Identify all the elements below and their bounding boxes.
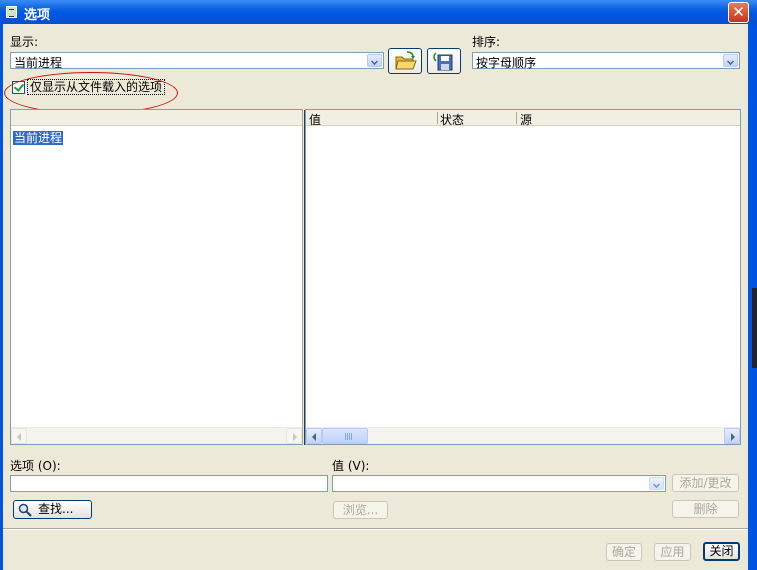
sort-dropdown-value: 按字母顺序 <box>476 56 537 70</box>
chevron-down-icon[interactable] <box>649 477 664 490</box>
window-title: 选项 <box>24 8 51 23</box>
save-file-button[interactable] <box>427 48 461 74</box>
close-button[interactable]: 关闭 <box>703 542 740 561</box>
window-frame-left <box>0 24 3 570</box>
delete-button[interactable]: 删除 <box>672 500 739 518</box>
list-horizontal-scrollbar[interactable] <box>306 427 740 444</box>
arrow-right-icon <box>731 433 735 441</box>
find-button-label: 查找... <box>38 502 74 516</box>
value-dropdown[interactable] <box>332 475 666 492</box>
app-icon <box>6 6 17 18</box>
arrow-left-icon <box>312 433 316 441</box>
footer-divider <box>3 528 748 530</box>
save-icon <box>433 52 453 71</box>
scroll-left-button[interactable] <box>11 428 27 444</box>
chevron-down-icon[interactable] <box>723 54 738 67</box>
column-header-status[interactable]: 状态 <box>440 111 464 128</box>
window-close-button[interactable]: ✕ <box>728 2 749 23</box>
options-tree[interactable]: 当前进程 <box>10 109 303 445</box>
window-frame-right <box>748 24 757 570</box>
scroll-left-button[interactable] <box>306 428 322 444</box>
find-button[interactable]: 查找... <box>13 500 92 519</box>
ok-button[interactable]: 确定 <box>606 543 642 561</box>
arrow-right-icon <box>293 433 297 441</box>
title-bar: 选项 ✕ <box>0 0 757 24</box>
grip-icon <box>345 433 353 440</box>
scroll-right-button[interactable] <box>724 428 740 444</box>
display-dropdown[interactable]: 当前进程 <box>10 52 384 70</box>
column-header-value[interactable]: 值 <box>309 111 321 128</box>
browse-button[interactable]: 浏览... <box>333 501 388 519</box>
sort-label: 排序: <box>472 35 501 49</box>
filter-checkbox[interactable] <box>12 81 25 94</box>
add-change-button[interactable]: 添加/更改 <box>672 474 739 492</box>
display-dropdown-value: 当前进程 <box>14 56 63 70</box>
scroll-right-button[interactable] <box>286 428 302 444</box>
sort-dropdown[interactable]: 按字母顺序 <box>472 52 740 70</box>
display-label: 显示: <box>10 35 39 49</box>
chevron-down-icon[interactable] <box>367 54 382 67</box>
arrow-left-icon <box>17 433 21 441</box>
filter-checkbox-label[interactable]: 仅显示从文件载入的选项 <box>27 79 166 95</box>
tree-horizontal-scrollbar[interactable] <box>11 427 302 444</box>
apply-button[interactable]: 应用 <box>654 543 691 561</box>
tree-item-current-process[interactable]: 当前进程 <box>13 131 64 145</box>
tree-header <box>11 110 302 126</box>
option-field-label: 选项 (O): <box>10 459 61 473</box>
option-input[interactable] <box>10 475 328 492</box>
column-header-source[interactable]: 源 <box>520 111 532 128</box>
value-field-label: 值 (V): <box>332 459 370 473</box>
search-icon <box>18 503 32 517</box>
options-list[interactable]: 值 状态 源 <box>305 109 741 445</box>
open-folder-icon <box>395 51 417 70</box>
list-header: 值 状态 源 <box>306 110 740 128</box>
scroll-thumb[interactable] <box>322 428 368 444</box>
open-file-button[interactable] <box>388 48 422 74</box>
